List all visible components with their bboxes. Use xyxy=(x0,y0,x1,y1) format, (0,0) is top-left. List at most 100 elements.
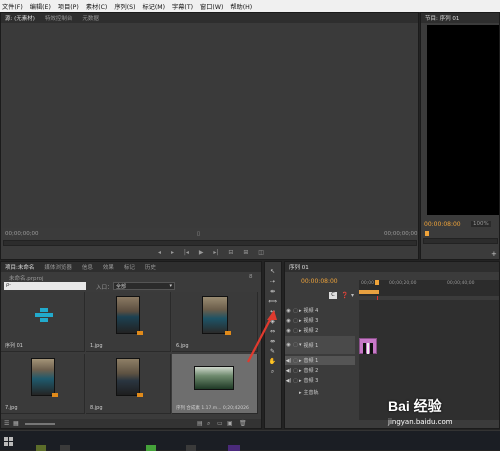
add-marker-icon[interactable]: ▾ xyxy=(351,292,354,299)
export-frame-icon[interactable]: ◫ xyxy=(258,249,264,256)
speaker-icon[interactable]: ◀) xyxy=(285,368,292,374)
play-icon[interactable]: ▶ xyxy=(199,249,204,256)
menu-title[interactable]: 字幕(T) xyxy=(172,2,193,11)
project-item-sequence[interactable]: 序列 01 xyxy=(1,292,85,352)
zoom-tool-icon[interactable]: ⌕ xyxy=(268,368,277,376)
playhead-icon[interactable] xyxy=(375,280,379,285)
start-button[interactable] xyxy=(4,437,14,447)
work-area-bar[interactable] xyxy=(359,290,379,294)
step-back-icon[interactable]: |◂ xyxy=(184,249,189,256)
tab-markers[interactable]: 标记 xyxy=(124,263,135,271)
project-item-photo[interactable]: 8.jpg xyxy=(86,354,171,414)
video-track-header[interactable]: ◉ ▢ ▾ 视频 1 xyxy=(285,336,355,354)
new-item-icon[interactable]: ▣ xyxy=(227,420,233,427)
menu-clip[interactable]: 素材(C) xyxy=(86,2,108,11)
project-item-label: 序列 合成素 1.17.m... 0;20;42026 xyxy=(176,406,249,411)
menu-marker[interactable]: 标记(M) xyxy=(143,2,166,11)
project-item-photo[interactable]: 7.jpg xyxy=(1,354,85,414)
speaker-icon[interactable]: ◀) xyxy=(285,358,292,364)
video-track-header[interactable]: ◉ ▢ ▸ 视频 3 xyxy=(285,316,355,325)
menu-project[interactable]: 项目(P) xyxy=(58,2,79,11)
mark-out-icon[interactable]: ▸ xyxy=(171,249,174,256)
taskbar-app-icon[interactable] xyxy=(186,445,196,451)
audio-track-header[interactable]: ◀) ▢ ▸ 音频 2 xyxy=(285,366,355,375)
timeline-timecode[interactable]: 00:00:08:00 xyxy=(301,278,338,285)
lock-icon[interactable]: ▢ xyxy=(292,318,299,324)
overwrite-icon[interactable]: ⊞ xyxy=(243,249,248,256)
menu-edit[interactable]: 编辑(E) xyxy=(30,2,51,11)
video-clip[interactable] xyxy=(359,338,377,354)
chevron-right-icon[interactable]: ▸ xyxy=(299,328,302,334)
project-item-count: 8 xyxy=(249,274,253,280)
ripple-edit-tool-icon[interactable]: ⇹ xyxy=(268,288,277,296)
mark-in-icon[interactable]: ◂ xyxy=(158,249,161,256)
menu-sequence[interactable]: 序列(S) xyxy=(114,2,135,11)
tab-metadata[interactable]: 元数据 xyxy=(82,14,99,22)
snap-icon[interactable]: C xyxy=(329,292,337,299)
tab-source[interactable]: 源: (无素材) xyxy=(5,14,35,22)
menu-file[interactable]: 文件(F) xyxy=(2,2,23,11)
project-item-photo[interactable]: 1.jpg xyxy=(86,292,171,352)
taskbar-app-icon[interactable] xyxy=(60,445,70,451)
tab-info[interactable]: 信息 xyxy=(82,263,93,271)
video-track-header[interactable]: ◉ ▢ ▸ 视频 4 xyxy=(285,306,355,315)
chevron-right-icon[interactable]: ▸ xyxy=(299,368,302,374)
tab-program[interactable]: 节目: 序列 01 xyxy=(425,14,459,22)
taskbar-app-icon[interactable] xyxy=(36,445,46,451)
chevron-right-icon[interactable]: ▸ xyxy=(299,358,302,364)
insert-icon[interactable]: ⊟ xyxy=(228,249,233,256)
audio-track-header[interactable]: ◀) ▢ ▸ 音频 3 xyxy=(285,376,355,385)
lock-icon[interactable]: ▢ xyxy=(292,328,299,334)
lock-icon[interactable]: ▢ xyxy=(292,358,299,364)
chevron-right-icon[interactable]: ▸ xyxy=(299,318,302,324)
program-playhead-icon[interactable] xyxy=(425,231,429,236)
speaker-icon[interactable]: ◀) xyxy=(285,378,292,384)
master-track-header[interactable]: ▸ 主音轨 xyxy=(285,388,355,397)
lock-icon[interactable]: ▢ xyxy=(292,368,299,374)
tab-history[interactable]: 历史 xyxy=(145,263,156,271)
chevron-right-icon[interactable]: ▸ xyxy=(299,378,302,384)
list-view-icon[interactable]: ☰ xyxy=(4,420,9,427)
delete-icon[interactable]: 🗑 xyxy=(239,420,247,427)
menu-window[interactable]: 窗口(W) xyxy=(200,2,223,11)
tab-media-browser[interactable]: 媒体浏览器 xyxy=(44,263,72,271)
step-forward-icon[interactable]: ▸| xyxy=(213,249,218,256)
chevron-right-icon[interactable]: ▸ xyxy=(299,308,302,314)
taskbar-app-icon[interactable] xyxy=(228,445,240,451)
audio-track-header[interactable]: ◀) ▢ ▸ 音频 1 xyxy=(285,356,355,365)
source-scrub-bar[interactable] xyxy=(3,240,417,246)
eye-icon[interactable]: ◉ xyxy=(285,318,292,324)
eye-icon[interactable]: ◉ xyxy=(285,328,292,334)
menu-help[interactable]: 帮助(H) xyxy=(230,2,252,11)
program-scrub-bar[interactable] xyxy=(423,238,498,244)
lock-icon[interactable]: ▢ xyxy=(292,342,299,348)
rolling-edit-tool-icon[interactable]: ⟺ xyxy=(268,298,277,306)
eye-icon[interactable]: ◉ xyxy=(285,308,292,314)
lock-icon[interactable]: ▢ xyxy=(292,308,299,314)
selection-tool-icon[interactable]: ↖ xyxy=(268,268,277,276)
video-track-header[interactable]: ◉ ▢ ▸ 视频 2 xyxy=(285,326,355,335)
chevron-right-icon[interactable]: ▸ xyxy=(299,390,302,396)
zoom-slider[interactable] xyxy=(25,423,55,425)
marker-icon[interactable]: ❓ xyxy=(341,292,348,299)
lock-icon[interactable]: ▢ xyxy=(292,378,299,384)
taskbar-app-icon[interactable] xyxy=(146,445,156,451)
program-add-icon[interactable]: + xyxy=(491,250,497,258)
timeline-ruler[interactable]: 00;00 00;00;20;00 00;00;40;00 xyxy=(359,280,499,296)
track-select-tool-icon[interactable]: ⇢ xyxy=(268,278,277,286)
automate-icon[interactable]: ▤ xyxy=(197,420,203,427)
tab-effect-controls[interactable]: 特效控制台 xyxy=(45,14,73,22)
program-zoom[interactable]: 100% xyxy=(471,221,491,227)
fit-toggle-icon[interactable]: ▯ xyxy=(197,231,200,237)
icon-view-icon[interactable]: ▦ xyxy=(13,420,19,427)
tab-sequence[interactable]: 序列 01 xyxy=(289,263,309,271)
project-search-input[interactable]: ρ- xyxy=(4,282,86,290)
new-bin-icon[interactable]: ▭ xyxy=(217,420,223,427)
chevron-down-icon[interactable]: ▾ xyxy=(299,342,302,348)
find-icon[interactable]: ⌕ xyxy=(207,420,210,428)
in-point-select[interactable]: 全部 ▾ xyxy=(113,282,175,290)
tab-effects[interactable]: 效果 xyxy=(103,263,114,271)
eye-icon[interactable]: ◉ xyxy=(285,342,292,348)
ruler-label: 00;00;40;00 xyxy=(447,281,475,286)
tab-project[interactable]: 项目:未命名 xyxy=(5,263,34,271)
